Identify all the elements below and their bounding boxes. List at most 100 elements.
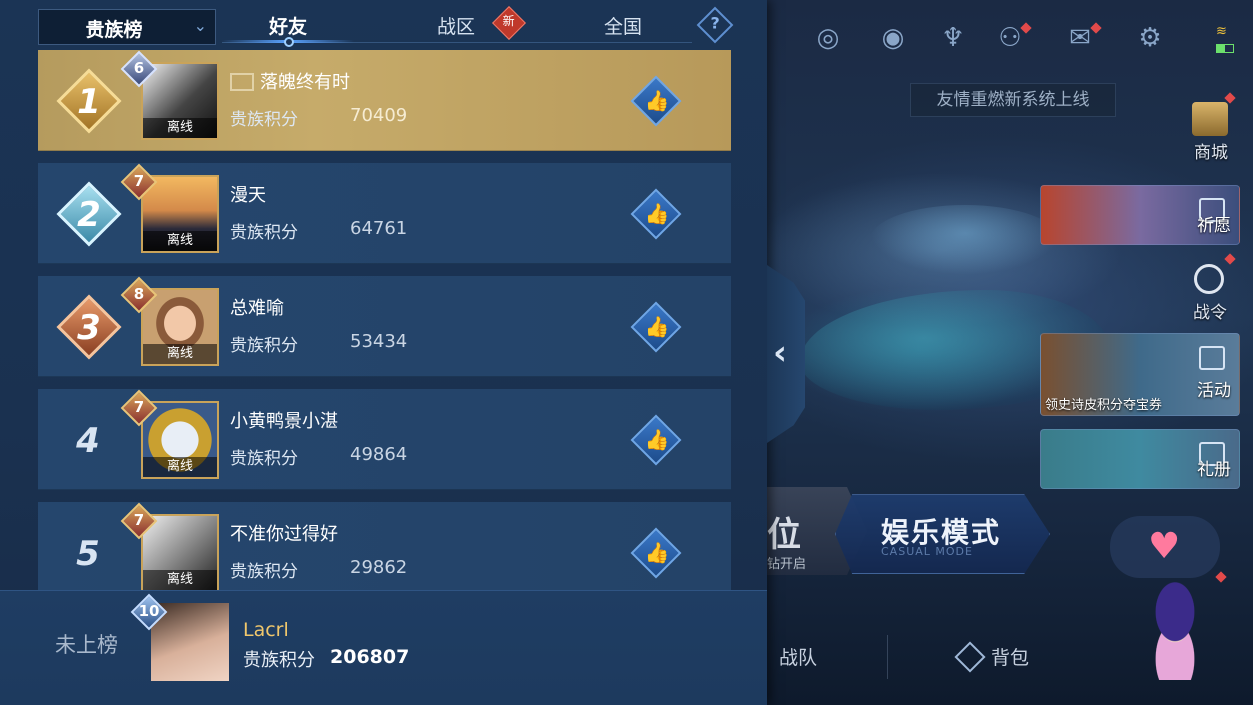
leaderboard-row[interactable]: 5 离线 7 不准你过得好 贵族积分 29862 👍 [38,502,731,590]
leaderboard-row[interactable]: 4 离线 7 小黄鸭景小湛 贵族积分 49864 👍 [38,389,731,490]
tab-friends[interactable]: 好友 [269,12,307,39]
gold-medal-icon: 1 [54,68,122,136]
wish-banner[interactable]: 祈愿 [1040,185,1240,245]
score-value: 64761 [350,218,408,239]
player-name: 小黄鸭景小湛 [230,411,338,432]
score-value: 29862 [350,557,408,578]
leaderboard-list: 1 离线 6 落魄终有时 贵族积分 70409 👍 2 离线 7 漫天 贵族积分… [38,50,731,590]
thumbs-up-icon: 👍 [644,427,670,452]
my-player-name: Lacrl [243,619,289,641]
casual-mode-button[interactable]: 娱乐模式 CASUAL MODE [835,494,1050,574]
new-badge: 新 [492,6,526,40]
noble-level-badge: 7 [120,389,158,427]
offline-label: 离线 [143,118,217,138]
battle-pass-icon[interactable] [1194,264,1224,294]
chevron-left-icon: ‹ [773,333,788,373]
settings-icon[interactable]: ⚙ [1132,20,1168,56]
offline-label: 离线 [143,457,217,477]
notice-banner[interactable]: 友情重燃新系统上线 [910,83,1116,117]
eye-icon[interactable]: ◉ [875,20,911,56]
rank-number: 5 [76,534,100,574]
rank-number: 4 [76,421,100,461]
leaderboard-row[interactable]: 3 离线 8 总难喻 贵族积分 53434 👍 [38,276,731,377]
board-type-label: 贵族榜 [85,19,143,41]
score-label: 贵族积分 [230,562,298,582]
offline-label: 离线 [143,570,217,590]
like-button[interactable]: 👍 [630,188,682,240]
trophy-icon[interactable]: ♆ [935,20,971,56]
collapse-panel-button[interactable]: ‹ [767,265,805,443]
thumbs-up-icon: 👍 [644,314,670,339]
friends-icon[interactable]: ⚇ [992,20,1032,56]
score-value: 70409 [350,105,408,126]
battle-pass-label[interactable]: 战令 [1180,298,1240,323]
gift-book-banner[interactable]: 礼册 [1040,429,1240,489]
silver-medal-icon: 2 [54,181,122,249]
player-name: 总难喻 [230,298,284,319]
thumbs-up-icon: 👍 [644,540,670,565]
bag-icon [954,641,986,673]
leaderboard-row[interactable]: 1 离线 6 落魄终有时 贵族积分 70409 👍 [38,50,731,151]
score-value: 53434 [350,331,408,352]
score-label: 贵族积分 [230,223,298,243]
leaderboard-row[interactable]: 2 离线 7 漫天 贵族积分 64761 👍 [38,163,731,264]
like-button[interactable]: 👍 [630,301,682,353]
activity-subtitle: 领史诗皮积分夺宝券 [1045,398,1163,413]
like-button[interactable]: 👍 [630,527,682,579]
board-type-dropdown[interactable]: 贵族榜 ⌄ [38,9,216,45]
leaderboard-tabbar: 贵族榜 ⌄ 好友 战区 新 全国 ? [0,0,767,48]
rank-number: 2 [77,195,101,235]
network-status: ≋ [1210,24,1240,60]
player-name: 落魄终有时 [230,68,350,94]
score-label: 贵族积分 [230,110,298,130]
chevron-down-icon: ⌄ [193,16,207,35]
flag-icon [230,73,254,91]
shop-icon[interactable] [1192,102,1228,136]
thumbs-up-icon: 👍 [644,88,670,113]
activity-banner[interactable]: 活动 领史诗皮积分夺宝券 [1040,333,1240,416]
leaderboard-panel: 贵族榜 ⌄ 好友 战区 新 全国 ? 1 离线 6 落魄终有时 贵族积分 704… [0,0,767,705]
radar-icon[interactable]: ◎ [810,20,846,56]
offline-label: 离线 [143,231,217,251]
wifi-icon: ≋ [1216,24,1227,39]
tab-national[interactable]: 全国 [604,12,642,39]
scene-whale-top [870,205,1060,275]
player-name: 不准你过得好 [230,524,338,545]
battery-icon [1216,44,1234,53]
bronze-medal-icon: 3 [54,294,122,362]
like-button[interactable]: 👍 [630,75,682,127]
bottom-nav-divider [887,635,888,679]
heart-icon: ♥ [1148,526,1181,567]
mascot-character[interactable] [1130,575,1220,680]
casual-mode-english: CASUAL MODE [881,545,973,558]
unranked-label: 未上榜 [55,633,118,657]
my-score-value: 206807 [330,646,410,668]
score-value: 49864 [350,444,408,465]
my-rank-footer: 未上榜 10 Lacrl 贵族积分 206807 [0,590,767,705]
noble-level-badge: 8 [120,276,158,314]
noble-level-badge: 7 [120,163,158,201]
shop-label[interactable]: 商城 [1181,138,1241,163]
ranked-mode-subtitle: 钻开启 [767,557,807,572]
noble-level-badge: 6 [120,50,158,88]
noble-level-badge: 7 [120,502,158,540]
help-icon[interactable]: ? [696,6,734,44]
player-name: 漫天 [230,185,266,206]
tab-region[interactable]: 战区 [437,12,475,39]
activity-icon [1199,346,1225,370]
my-noble-level-badge: 10 [130,593,168,631]
bag-label: 背包 [991,647,1030,669]
score-label: 贵族积分 [230,449,298,469]
rank-number: 3 [77,308,101,348]
mail-icon[interactable]: ✉ [1062,20,1102,56]
rank-number: 1 [77,82,101,122]
bag-button[interactable]: 背包 [954,641,1030,673]
like-button[interactable]: 👍 [630,414,682,466]
tab-active-indicator [284,37,294,47]
team-button[interactable]: 战队 [779,643,817,670]
heart-bubble[interactable]: ♥ [1110,516,1220,578]
wish-label: 祈愿 [1197,216,1231,236]
offline-label: 离线 [143,344,217,364]
thumbs-up-icon: 👍 [644,201,670,226]
score-label: 贵族积分 [230,336,298,356]
